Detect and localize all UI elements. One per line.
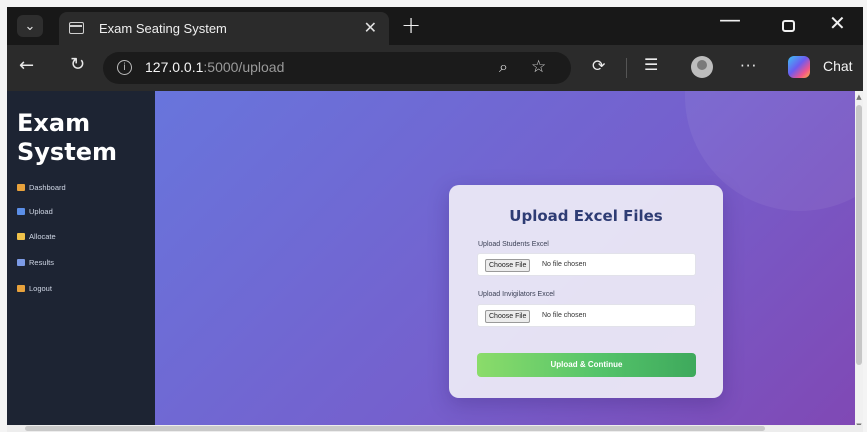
sidebar-item-upload[interactable]: Upload [17,207,53,216]
browser-tab[interactable]: Exam Seating System ✕ [59,12,389,45]
site-info-icon[interactable]: i [117,60,132,75]
sidebar-item-label: Allocate [29,232,56,241]
minimize-button[interactable]: — [719,8,741,33]
page-icon [69,22,84,34]
sidebar-item-label: Upload [29,207,53,216]
browser-window: ⌄ Exam Seating System ✕ + — ✕ ← ↻ i 127.… [7,7,863,432]
chat-button[interactable]: Chat [823,58,853,74]
invigilators-file-label: Upload Invigilators Excel [478,291,555,298]
brand-line-1: Exam [17,109,91,137]
sidebar-item-label: Logout [29,284,52,293]
sidebar: Exam System Dashboard Upload Allocate Re… [7,91,155,432]
upload-icon [17,208,25,215]
app-brand: Exam System [17,109,117,167]
sidebar-item-label: Dashboard [29,183,66,192]
card-title: Upload Excel Files [509,207,663,225]
allocate-icon [17,233,25,240]
back-arrow-icon[interactable]: ← [19,55,34,76]
sidebar-item-label: Results [29,258,55,267]
tab-actions-menu[interactable]: ⌄ [17,15,43,37]
page-viewport: Exam System Dashboard Upload Allocate Re… [7,91,863,432]
url-path: :5000/upload [203,59,285,75]
zoom-icon[interactable]: ⌕ [499,57,508,77]
favorites-icon[interactable]: ☰ [644,55,658,74]
navigation-bar: ← ↻ i 127.0.0.1:5000/upload ⌕ ☆ ⟳ ☰ ··· … [7,45,863,91]
sidebar-item-allocate[interactable]: Allocate [17,232,56,241]
extensions-icon[interactable]: ⟳ [592,56,605,75]
chevron-down-icon: ⌄ [24,18,36,34]
students-file-label: Upload Students Excel [478,241,549,248]
sidebar-item-results[interactable]: Results [17,258,54,267]
toolbar-divider [626,58,627,78]
address-bar[interactable]: i 127.0.0.1:5000/upload ⌕ ☆ [103,52,571,84]
vertical-scrollbar[interactable]: ▲ ▼ [855,91,863,432]
scrollbar-thumb[interactable] [856,105,862,365]
choose-file-button[interactable]: Choose File [485,310,531,323]
no-file-status: No file chosen [542,312,587,319]
upload-continue-button[interactable]: Upload & Continue [477,353,696,377]
url-text[interactable]: 127.0.0.1:5000/upload [145,59,284,75]
home-icon [17,184,25,191]
brand-line-2: System [17,138,117,166]
invigilators-file-input[interactable]: Choose File No file chosen [477,304,696,327]
more-options-icon[interactable]: ··· [740,57,757,75]
horizontal-scrollbar[interactable] [7,425,863,432]
maximize-button[interactable] [782,20,795,32]
url-host: 127.0.0.1 [145,59,204,75]
main-content: Upload Excel Files Upload Students Excel… [155,91,855,432]
reload-icon[interactable]: ↻ [70,54,85,75]
logout-icon [17,285,25,292]
close-window-button[interactable]: ✕ [829,11,846,35]
students-file-input[interactable]: Choose File No file chosen [477,253,696,276]
profile-avatar[interactable] [691,56,713,78]
no-file-status: No file chosen [542,261,587,268]
choose-file-button[interactable]: Choose File [485,259,531,272]
upload-card: Upload Excel Files Upload Students Excel… [449,185,723,398]
tab-title: Exam Seating System [99,21,227,36]
sidebar-item-logout[interactable]: Logout [17,284,52,293]
scroll-up-icon[interactable]: ▲ [855,93,863,101]
copilot-icon[interactable] [788,56,810,78]
close-tab-button[interactable]: ✕ [364,18,377,37]
title-bar: ⌄ Exam Seating System ✕ + — ✕ [7,7,863,45]
sidebar-item-dashboard[interactable]: Dashboard [17,183,66,192]
new-tab-button[interactable]: + [401,11,421,39]
favorite-star-icon[interactable]: ☆ [531,57,546,77]
results-icon [17,259,25,266]
horizontal-scrollbar-thumb[interactable] [25,426,765,431]
